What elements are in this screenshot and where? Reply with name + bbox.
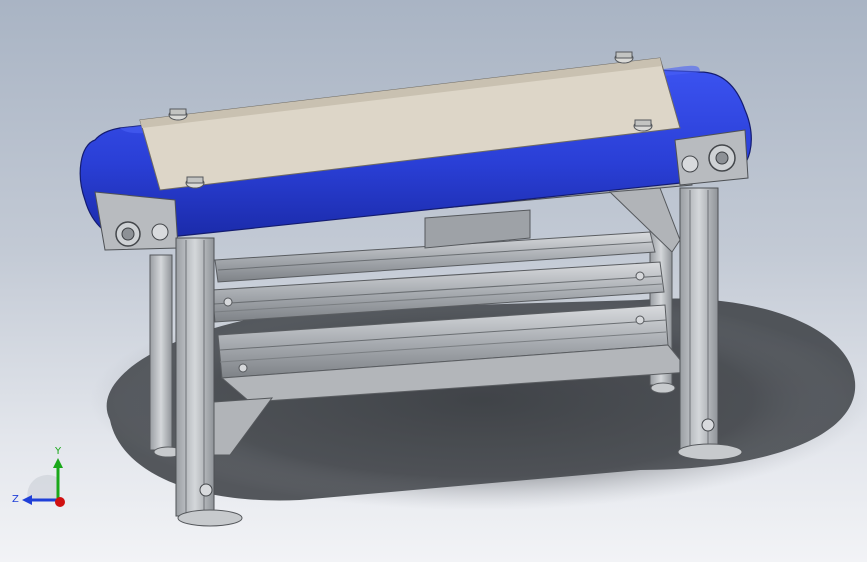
left-end-roller[interactable]: [94, 191, 179, 251]
x-axis-dot: [55, 497, 65, 507]
z-axis-label: Z: [12, 494, 19, 505]
right-end-roller[interactable]: [674, 129, 749, 186]
conveyor-3d-model[interactable]: [0, 0, 867, 562]
y-axis-label: Y: [54, 446, 62, 457]
coordinate-triad: Y Z: [12, 446, 65, 507]
graphics-viewport[interactable]: Y Z: [0, 0, 867, 562]
